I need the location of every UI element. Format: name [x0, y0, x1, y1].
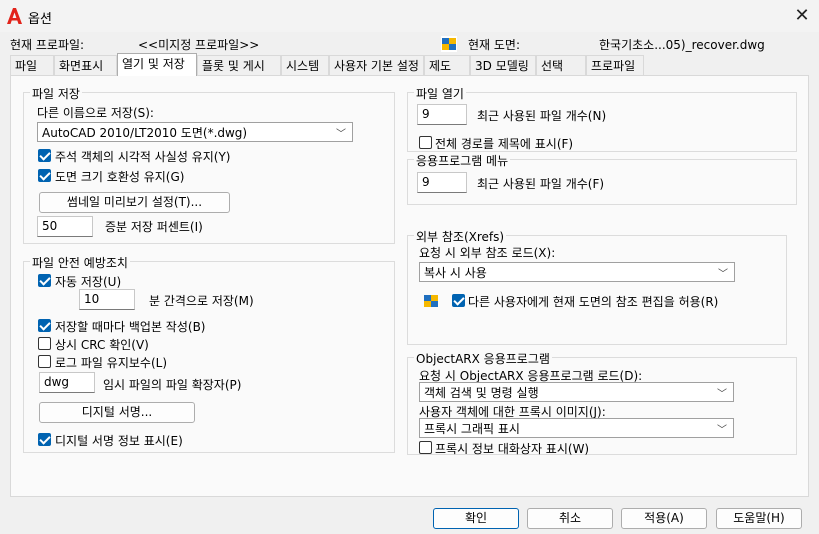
tab-system[interactable]: 시스템 — [281, 55, 329, 76]
drawing-file-icon — [441, 36, 457, 52]
autosave-minutes-label: 분 간격으로 저장(M) — [149, 294, 254, 308]
proxy-dialog-label: 프록시 정보 대화상자 표시(W) — [435, 442, 590, 456]
tab-user-preferences[interactable]: 사용자 기본 설정 — [329, 55, 424, 76]
tab-files[interactable]: 파일 — [10, 55, 54, 76]
arx-demand-value: 객체 검색 및 명령 실행 — [424, 386, 539, 400]
autosave-checkbox[interactable] — [38, 274, 51, 287]
xrefs-title: 외부 참조(Xrefs) — [414, 228, 507, 245]
ok-button[interactable]: 확인 — [433, 508, 519, 529]
chevron-down-icon: ﹀ — [717, 425, 727, 436]
incremental-save-input[interactable]: 50 — [37, 216, 93, 237]
incremental-save-label: 증분 저장 퍼센트(I) — [105, 220, 203, 234]
annot-visual-label: 주석 객체의 시각적 사실성 유지(Y) — [55, 150, 231, 164]
chevron-down-icon: ﹀ — [718, 269, 728, 280]
current-drawing-value: 한국기초소...05)_recover.dwg — [599, 38, 765, 52]
app-menu-title: 응용프로그램 메뉴 — [414, 152, 511, 169]
tab-display[interactable]: 화면표시 — [54, 55, 117, 76]
allow-xref-edit-checkbox[interactable] — [452, 294, 465, 307]
safety-title: 파일 안전 예방조치 — [30, 254, 130, 271]
xref-edit-icon — [424, 295, 438, 307]
tab-3d-modeling[interactable]: 3D 모델링 — [470, 55, 536, 76]
xref-demand-label: 요청 시 외부 참조 로드(X): — [419, 246, 556, 260]
thumbnail-settings-button[interactable]: 썸네일 미리보기 설정(T)... — [39, 192, 230, 213]
arx-demand-select[interactable]: 객체 검색 및 명령 실행 ﹀ — [419, 382, 734, 402]
title-bar — [0, 0, 819, 32]
proxy-image-value: 프록시 그래픽 표시 — [424, 422, 520, 436]
annot-visual-checkbox[interactable] — [38, 149, 51, 162]
crc-label: 상시 CRC 확인(V) — [55, 338, 149, 352]
tab-profiles[interactable]: 프로파일 — [586, 55, 644, 76]
window-title: 옵션 — [28, 12, 52, 27]
tab-selection[interactable]: 선택 — [536, 55, 586, 76]
autosave-minutes-input[interactable]: 10 — [79, 289, 135, 310]
full-path-checkbox[interactable] — [419, 136, 432, 149]
drawing-size-checkbox[interactable] — [38, 169, 51, 182]
xref-demand-select[interactable]: 복사 시 사용 ﹀ — [419, 262, 735, 282]
tab-bar: 파일 화면표시 열기 및 저장 플롯 및 게시 시스템 사용자 기본 설정 제도… — [10, 53, 810, 76]
log-checkbox[interactable] — [38, 355, 51, 368]
current-profile-label: 현재 프로파일: — [10, 38, 85, 52]
app-menu-recent-input[interactable]: 9 — [417, 172, 467, 193]
cancel-button[interactable]: 취소 — [527, 508, 613, 529]
save-as-select[interactable]: AutoCAD 2010/LT2010 도면(*.dwg) ﹀ — [37, 122, 353, 142]
save-as-value: AutoCAD 2010/LT2010 도면(*.dwg) — [42, 126, 248, 140]
signature-info-checkbox[interactable] — [38, 433, 51, 446]
full-path-label: 전체 경로를 제목에 표시(F) — [435, 137, 574, 151]
digital-signature-button[interactable]: 디지털 서명... — [39, 402, 195, 423]
backup-checkbox[interactable] — [38, 319, 51, 332]
signature-info-label: 디지털 서명 정보 표시(E) — [55, 434, 183, 448]
proxy-dialog-checkbox[interactable] — [419, 441, 432, 454]
temp-extension-label: 임시 파일의 파일 확장자(P) — [103, 378, 242, 392]
close-icon[interactable]: ✕ — [790, 4, 814, 28]
drawing-size-label: 도면 크기 호환성 유지(G) — [55, 170, 185, 184]
chevron-down-icon: ﹀ — [717, 389, 727, 400]
backup-label: 저장할 때마다 백업본 작성(B) — [55, 320, 206, 334]
recent-files-label: 최근 사용된 파일 개수(N) — [477, 109, 607, 123]
tab-open-save[interactable]: 열기 및 저장 — [117, 53, 197, 76]
proxy-image-select[interactable]: 프록시 그래픽 표시 ﹀ — [419, 418, 734, 438]
tab-panel: 파일 저장 다른 이름으로 저장(S): AutoCAD 2010/LT2010… — [10, 75, 809, 497]
autosave-label: 자동 저장(U) — [55, 275, 122, 289]
current-profile-value: <<미지정 프로파일>> — [138, 38, 260, 52]
tab-drafting[interactable]: 제도 — [424, 55, 470, 76]
apply-button[interactable]: 적용(A) — [621, 508, 707, 529]
save-as-label: 다른 이름으로 저장(S): — [37, 106, 154, 120]
current-drawing-label: 현재 도면: — [468, 38, 521, 52]
tab-plot-publish[interactable]: 플롯 및 게시 — [197, 55, 281, 76]
file-save-title: 파일 저장 — [30, 85, 82, 102]
temp-extension-input[interactable]: dwg — [39, 372, 95, 393]
app-menu-recent-label: 최근 사용된 파일 개수(F) — [477, 177, 605, 191]
objectarx-title: ObjectARX 응용프로그램 — [414, 350, 552, 367]
file-open-title: 파일 열기 — [414, 85, 466, 102]
recent-files-input[interactable]: 9 — [417, 104, 467, 125]
allow-xref-edit-label: 다른 사용자에게 현재 도면의 참조 편집을 허용(R) — [468, 295, 719, 309]
help-button[interactable]: 도움말(H) — [716, 508, 802, 529]
log-label: 로그 파일 유지보수(L) — [55, 356, 167, 370]
autocad-logo-icon — [7, 8, 22, 24]
chevron-down-icon: ﹀ — [336, 129, 346, 140]
xref-demand-value: 복사 시 사용 — [424, 266, 487, 280]
crc-checkbox[interactable] — [38, 337, 51, 350]
